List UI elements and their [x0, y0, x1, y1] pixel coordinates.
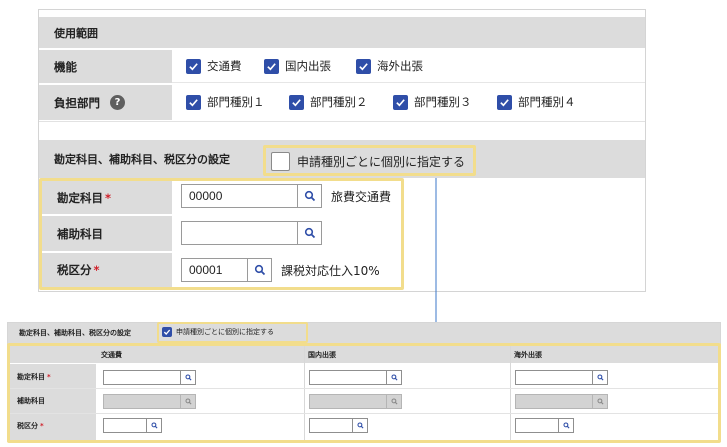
department-checkbox-2[interactable]: 部門種別２ — [289, 94, 368, 110]
search-icon — [184, 398, 192, 405]
search-icon — [596, 374, 604, 381]
column-domestic-trip: 国内出張 — [308, 351, 336, 359]
per-type-label: 申請種別ごとに個別に指定する — [297, 155, 466, 169]
overseas-sub-account-input — [515, 394, 593, 409]
column-divider — [510, 346, 511, 440]
checkbox-checked-icon — [162, 327, 172, 337]
domestic-tax-input[interactable] — [309, 418, 353, 433]
domestic-sub-account-input — [309, 394, 387, 409]
search-icon — [150, 422, 158, 429]
row-divider — [10, 388, 718, 389]
checkbox-checked-icon — [356, 58, 371, 74]
required-mark: * — [40, 422, 44, 430]
overseas-tax-search-button[interactable] — [558, 418, 574, 433]
usage-section-header: 使用範囲 — [39, 17, 645, 48]
search-icon — [254, 264, 265, 276]
help-icon[interactable]: ? — [110, 95, 125, 110]
function-label: 機能 — [39, 50, 172, 83]
function-label-text: 機能 — [54, 59, 77, 74]
function-checkbox-overseas-trip[interactable]: 海外出張 — [356, 58, 423, 74]
transport-account-search-button[interactable] — [180, 370, 196, 385]
department-option-label: 部門種別１ — [207, 95, 265, 109]
detail-row-tax: 税区分 * — [17, 421, 44, 431]
department-checkbox-4[interactable]: 部門種別４ — [497, 94, 576, 110]
usage-section-title: 使用範囲 — [54, 26, 98, 40]
required-mark: * — [105, 190, 112, 205]
account-section-title: 勘定科目、補助科目、税区分の設定 — [54, 153, 230, 166]
row-divider — [10, 413, 718, 414]
domestic-account-input[interactable] — [309, 370, 387, 385]
detail-per-type-label: 申請種別ごとに個別に指定する — [176, 328, 274, 336]
transport-sub-account-search-button — [180, 394, 196, 409]
tax-label: 税区分 * — [42, 253, 172, 287]
required-mark: * — [47, 373, 51, 381]
checkbox-checked-icon — [393, 94, 408, 110]
function-option-label: 交通費 — [207, 59, 242, 73]
department-option-label: 部門種別４ — [518, 95, 576, 109]
search-icon — [390, 374, 398, 381]
transport-tax-search-button[interactable] — [146, 418, 162, 433]
detail-row-account: 勘定科目 * — [17, 372, 51, 382]
department-option-label: 部門種別２ — [310, 95, 368, 109]
domestic-account-search-button[interactable] — [386, 370, 402, 385]
checkbox-checked-icon — [186, 94, 201, 110]
function-checkbox-domestic-trip[interactable]: 国内出張 — [264, 58, 331, 74]
column-divider — [304, 346, 305, 440]
function-checkbox-transport[interactable]: 交通費 — [186, 58, 242, 74]
function-option-label: 国内出張 — [285, 59, 331, 73]
account-label: 勘定科目 * — [42, 181, 172, 214]
detail-per-type-checkbox[interactable]: 申請種別ごとに個別に指定する — [162, 327, 274, 337]
domestic-tax-search-button[interactable] — [352, 418, 368, 433]
column-transport: 交通費 — [101, 351, 122, 359]
search-icon — [184, 374, 192, 381]
search-icon — [356, 422, 364, 429]
department-option-label: 部門種別３ — [414, 95, 472, 109]
transport-tax-input[interactable] — [103, 418, 147, 433]
column-overseas-trip: 海外出張 — [514, 351, 542, 359]
department-checkbox-3[interactable]: 部門種別３ — [393, 94, 472, 110]
overseas-sub-account-search-button — [592, 394, 608, 409]
sub-account-label: 補助科目 — [42, 216, 172, 251]
detail-header-title: 勘定科目、補助科目、税区分の設定 — [19, 329, 131, 337]
detail-row-account-text: 勘定科目 — [17, 373, 45, 381]
overseas-account-input[interactable] — [515, 370, 593, 385]
checkbox-checked-icon — [289, 94, 304, 110]
required-mark: * — [93, 263, 100, 277]
per-type-checkbox[interactable]: 申請種別ごとに個別に指定する — [271, 152, 465, 171]
department-label-text: 負担部門 — [54, 95, 100, 110]
overseas-tax-input[interactable] — [515, 418, 559, 433]
tax-label-text: 税区分 — [57, 263, 92, 277]
checkbox-checked-icon — [497, 94, 512, 110]
checkbox-unchecked-icon — [271, 152, 290, 171]
transport-sub-account-input — [103, 394, 181, 409]
sub-account-input[interactable] — [181, 221, 298, 245]
function-option-label: 海外出張 — [377, 59, 423, 73]
department-checkbox-1[interactable]: 部門種別１ — [186, 94, 265, 110]
checkbox-checked-icon — [186, 58, 201, 74]
domestic-sub-account-search-button — [386, 394, 402, 409]
checkbox-checked-icon — [264, 58, 279, 74]
account-label-text: 勘定科目 — [57, 190, 103, 205]
department-label: 負担部門 ? — [39, 85, 172, 120]
transport-account-input[interactable] — [103, 370, 181, 385]
tax-code-input[interactable] — [181, 258, 248, 282]
tax-search-button[interactable] — [247, 258, 272, 282]
sub-account-label-text: 補助科目 — [57, 226, 103, 241]
detail-row-sub-account: 補助科目 — [17, 397, 45, 405]
overseas-account-search-button[interactable] — [592, 370, 608, 385]
search-icon — [596, 398, 604, 405]
account-code-input[interactable] — [181, 184, 298, 208]
detail-row-tax-text: 税区分 — [17, 422, 38, 430]
divider — [39, 121, 645, 122]
connector-arrow — [304, 178, 437, 335]
search-icon — [390, 398, 398, 405]
search-icon — [562, 422, 570, 429]
